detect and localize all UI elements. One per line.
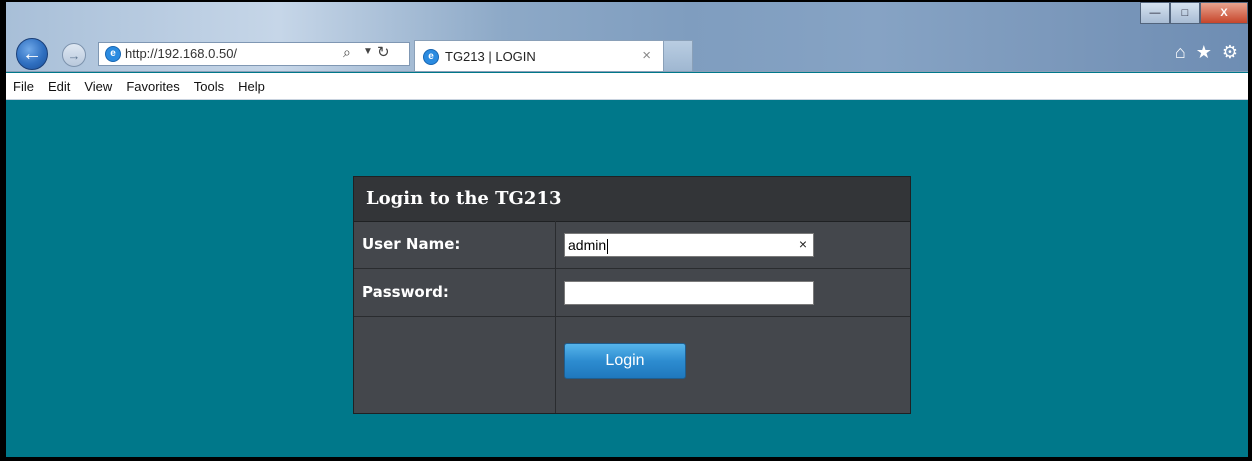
back-arrow-icon: ← — [22, 42, 42, 65]
refresh-icon[interactable]: ↻ — [377, 43, 390, 61]
forward-button[interactable]: → — [62, 43, 86, 67]
star-icon[interactable]: ★ — [1196, 42, 1212, 63]
title-bar: — □ X ← → e http://192.168.0.50/ ⌕ ▼ ↻ e… — [6, 2, 1248, 72]
column-divider — [555, 221, 556, 413]
back-button[interactable]: ← — [16, 38, 48, 70]
menu-tools[interactable]: Tools — [187, 79, 231, 94]
menu-favorites[interactable]: Favorites — [119, 79, 186, 94]
login-title: Login to the TG213 — [366, 188, 562, 209]
menu-help[interactable]: Help — [231, 79, 272, 94]
login-panel: Login to the TG213 User Name: admin × Pa… — [353, 176, 911, 414]
password-label: Password: — [362, 283, 449, 301]
ie-logo-icon: e — [105, 46, 121, 62]
tab-active[interactable]: e TG213 | LOGIN × — [414, 40, 664, 71]
username-input[interactable]: admin × — [564, 233, 814, 257]
window-controls: — □ X — [1140, 2, 1248, 24]
home-icon[interactable]: ⌂ — [1175, 42, 1186, 63]
tab-close-icon[interactable]: × — [642, 47, 651, 64]
chevron-down-icon[interactable]: ▼ — [363, 46, 373, 57]
clear-input-icon[interactable]: × — [799, 236, 807, 252]
address-bar[interactable]: e http://192.168.0.50/ ⌕ ▼ ↻ — [98, 42, 410, 66]
password-row: Password: — [354, 269, 910, 317]
username-value: admin — [568, 237, 609, 254]
maximize-button[interactable]: □ — [1170, 2, 1200, 24]
password-input[interactable] — [564, 281, 814, 305]
forward-arrow-icon: → — [67, 47, 81, 63]
minimize-button[interactable]: — — [1140, 2, 1170, 24]
address-text[interactable]: http://192.168.0.50/ — [125, 46, 237, 61]
search-icon[interactable]: ⌕ — [343, 44, 351, 61]
toolbar-icons: ⌂ ★ ⚙ — [1175, 42, 1238, 63]
menu-view[interactable]: View — [77, 79, 119, 94]
login-button[interactable]: Login — [564, 343, 686, 379]
username-label: User Name: — [362, 235, 461, 253]
close-window-button[interactable]: X — [1200, 2, 1248, 24]
ie-logo-icon: e — [423, 49, 439, 65]
new-tab-button[interactable] — [663, 40, 693, 71]
gear-icon[interactable]: ⚙ — [1222, 42, 1238, 63]
tab-title: TG213 | LOGIN — [445, 49, 536, 64]
menu-bar: File Edit View Favorites Tools Help — [6, 73, 1248, 100]
browser-window: — □ X ← → e http://192.168.0.50/ ⌕ ▼ ↻ e… — [6, 2, 1248, 457]
menu-file[interactable]: File — [6, 79, 41, 94]
username-row: User Name: admin × — [354, 221, 910, 269]
login-panel-header: Login to the TG213 — [354, 177, 910, 222]
menu-edit[interactable]: Edit — [41, 79, 77, 94]
